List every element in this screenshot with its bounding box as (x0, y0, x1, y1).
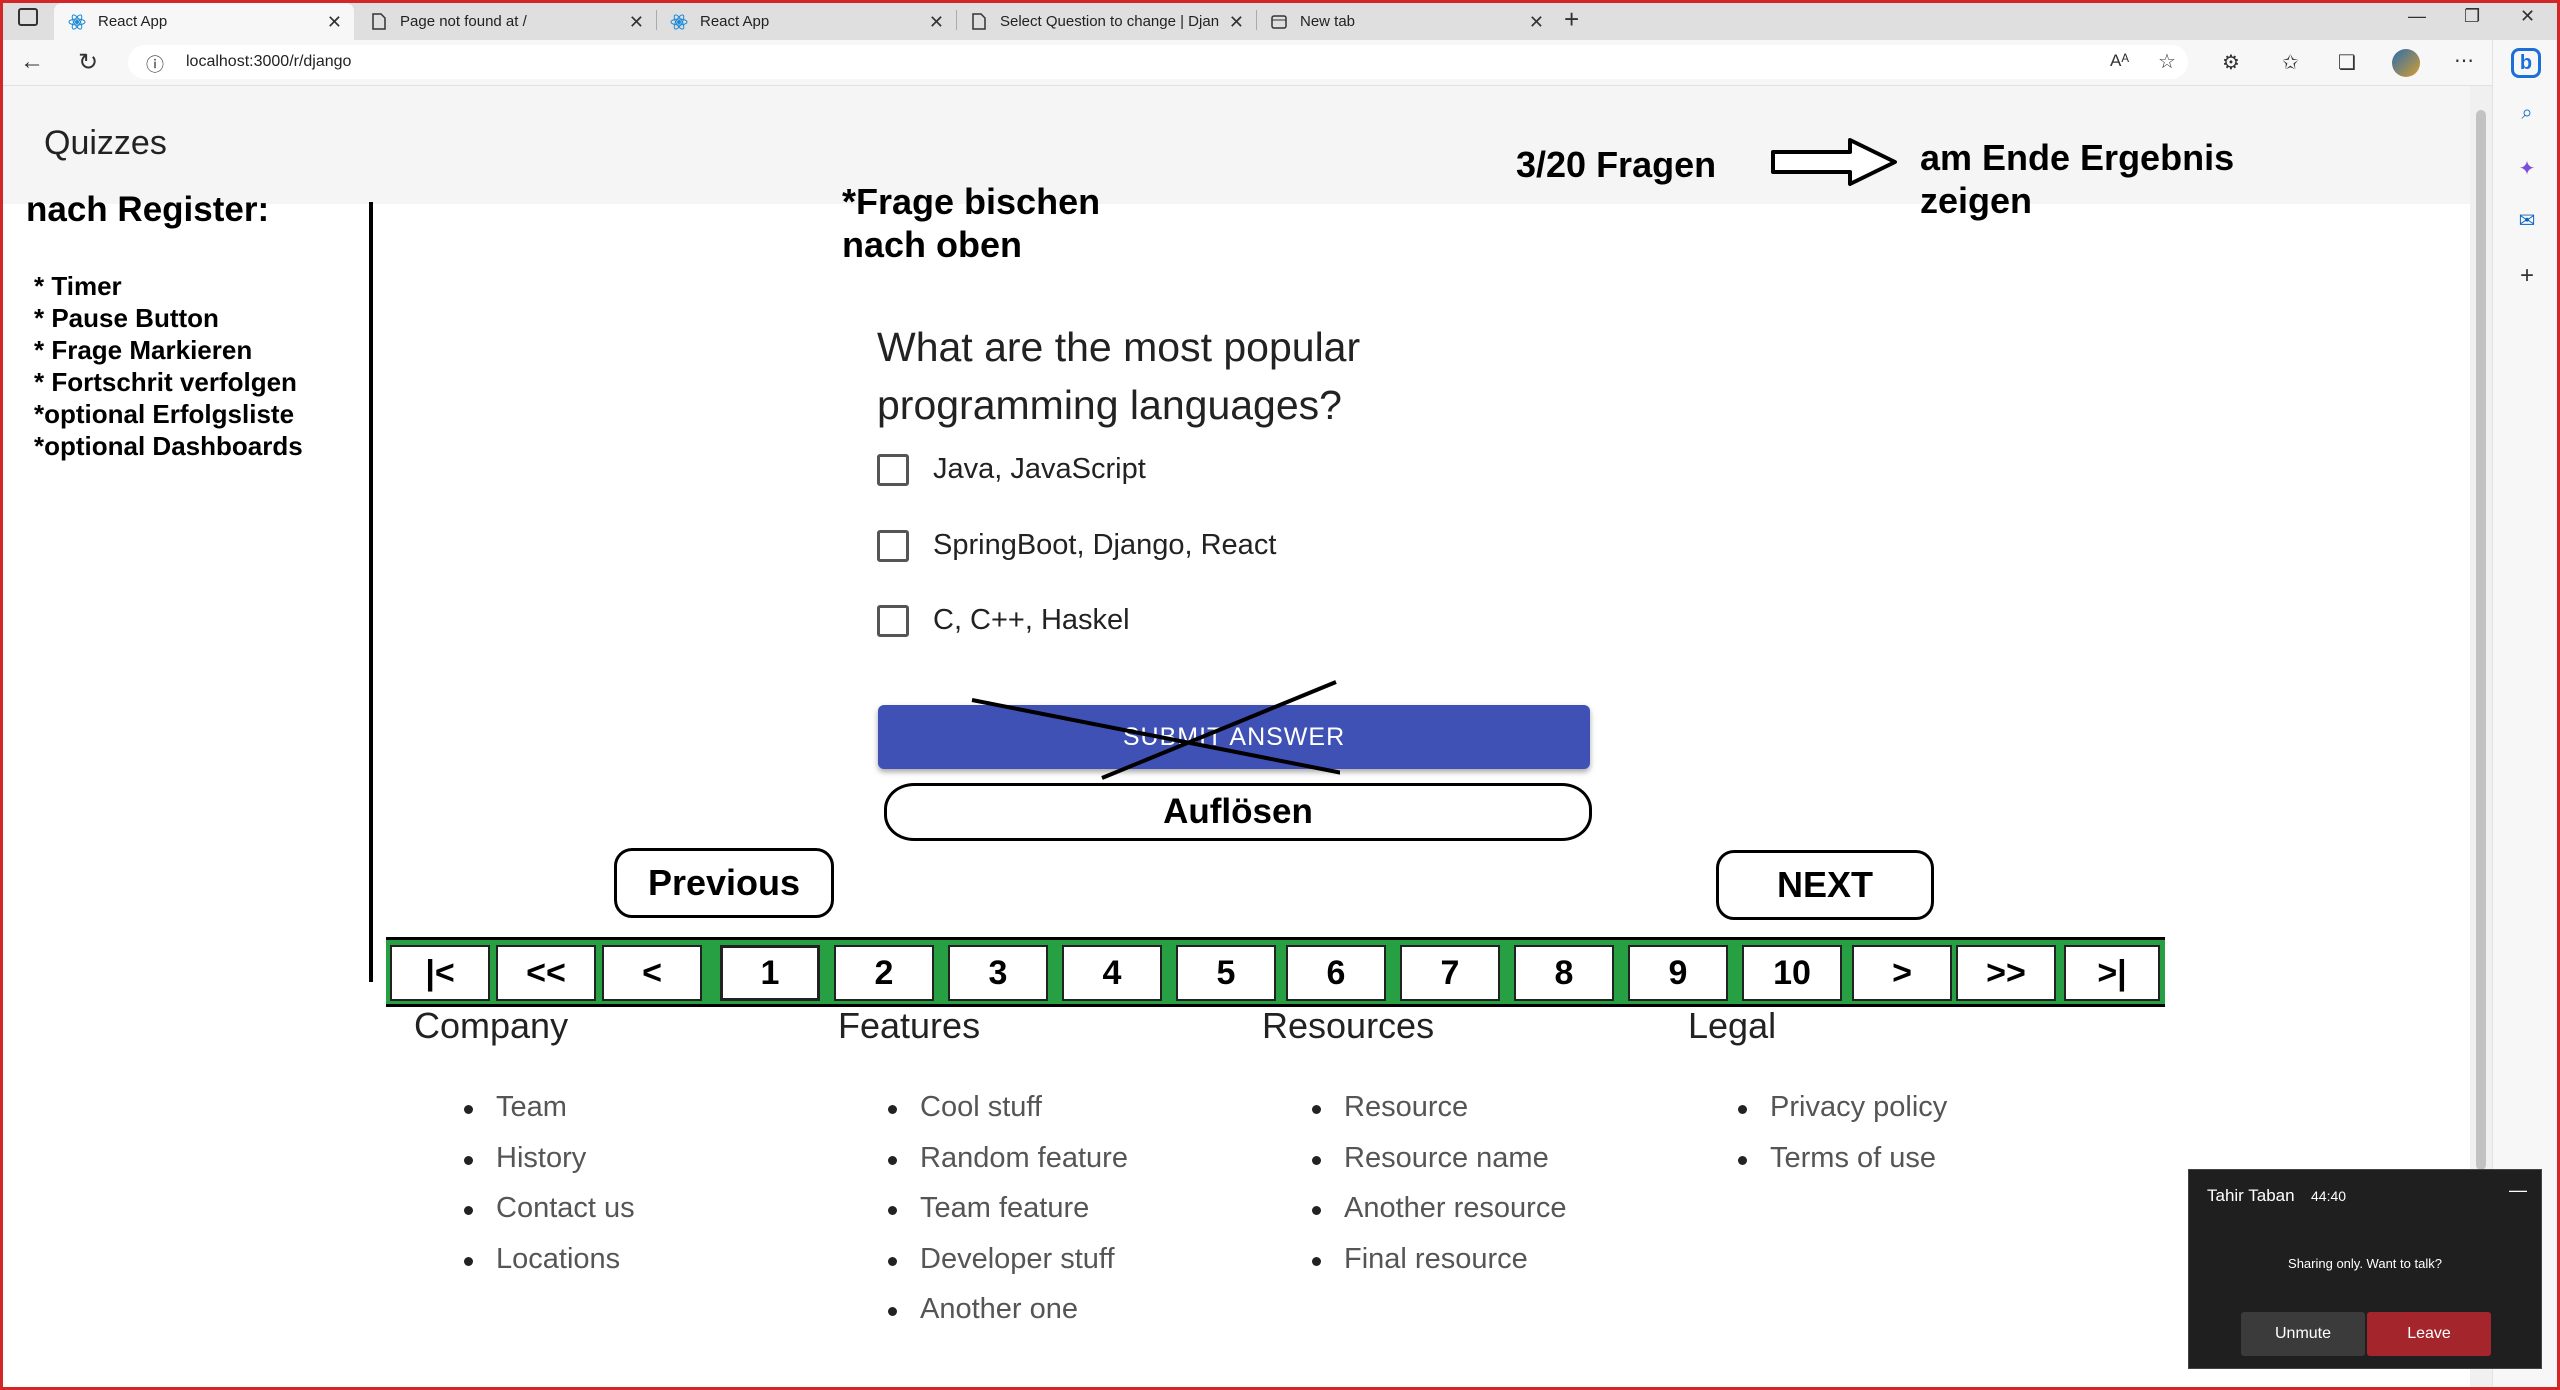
window-border (0, 0, 2560, 1390)
